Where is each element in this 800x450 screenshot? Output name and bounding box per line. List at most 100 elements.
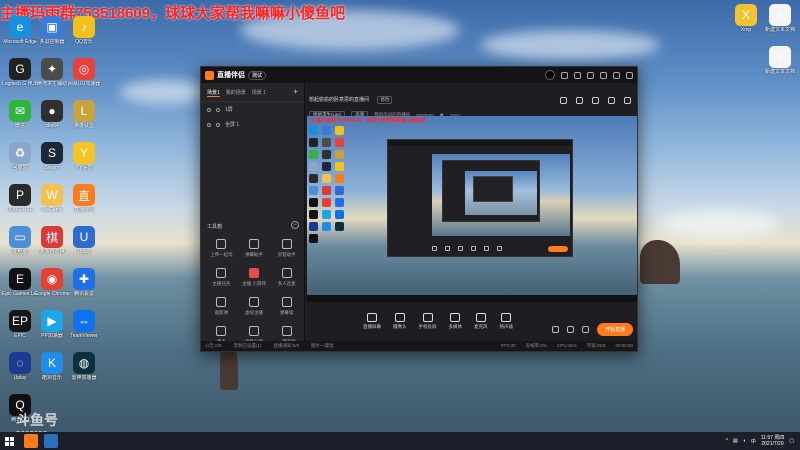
desktop-icon[interactable]: ● obs64 bbox=[34, 100, 70, 129]
desktop-icon[interactable]: ✚ 腾讯会议 bbox=[66, 268, 102, 297]
desktop-icon[interactable]: 直直播伴侣 bbox=[66, 184, 102, 213]
desktop-icon-label: Uplay bbox=[77, 249, 91, 255]
desktop-icon[interactable]: P PUBG LITE bbox=[2, 184, 38, 213]
desktop-icon[interactable]: ◌ Uplay bbox=[2, 352, 38, 381]
ime-indicator[interactable]: 中 bbox=[751, 438, 756, 445]
desktop-icon[interactable]: X Xmp bbox=[728, 4, 764, 33]
desktop-icon[interactable]: L 英雄联盟 bbox=[66, 100, 102, 129]
tool-label: 主播 小游戏 bbox=[242, 281, 266, 286]
start-button[interactable] bbox=[0, 432, 18, 450]
desktop-icon[interactable]: G Logitech G HUB bbox=[2, 58, 38, 87]
desktop-icon[interactable]: ▣ 多屏控制器 bbox=[34, 16, 70, 45]
watermark-title: 斗鱼号 bbox=[16, 412, 58, 428]
source-tool-button[interactable]: 扬声器 bbox=[500, 312, 513, 330]
tab-scene-1[interactable]: 场景1 bbox=[207, 89, 220, 97]
desktop-icon[interactable]: ⇔ TeamViewer bbox=[66, 310, 102, 339]
desktop-icon[interactable]: ◍ 雷神加速器 bbox=[66, 352, 102, 381]
tool-item[interactable]: 虚拟主播 bbox=[238, 297, 271, 316]
taskbar-app-obs[interactable] bbox=[44, 434, 58, 448]
tool-item[interactable]: 房管助手 bbox=[270, 239, 303, 258]
desktop-icon-label: 此电脑 bbox=[12, 249, 28, 255]
add-scene-icon[interactable]: + bbox=[293, 87, 298, 96]
desktop-icon[interactable]: e Microsoft Edge bbox=[2, 16, 38, 45]
desktop-icon[interactable]: ≡ 新建文本文档 bbox=[762, 4, 798, 33]
tool-item[interactable]: 弹幕墙 bbox=[270, 297, 303, 316]
nested-tool-icon bbox=[484, 245, 489, 251]
settings-icon[interactable] bbox=[587, 71, 594, 79]
desktop-icon[interactable]: ◉ Google Chrome bbox=[34, 268, 70, 297]
app-icon: X bbox=[735, 4, 757, 26]
unlock-icon[interactable] bbox=[576, 97, 583, 104]
desktop-icon[interactable]: 棋多多自走棋 bbox=[34, 226, 70, 255]
avatar[interactable] bbox=[545, 70, 555, 80]
desktop-icon[interactable]: ✦ 绝地求生辅助 bbox=[34, 58, 70, 87]
minimize-icon[interactable] bbox=[600, 71, 607, 79]
record-icon[interactable] bbox=[551, 326, 559, 333]
desktop-icon[interactable]: S Steam bbox=[34, 142, 70, 171]
tool-icon bbox=[216, 239, 227, 249]
preview-icon[interactable] bbox=[566, 326, 574, 333]
tab-my-scene[interactable]: 我的场景 bbox=[226, 89, 246, 97]
source-tool-button[interactable]: 手机投屏 bbox=[419, 312, 437, 330]
source-tool-button[interactable]: 多媒体 bbox=[449, 312, 462, 330]
cloud bbox=[480, 30, 660, 60]
nested-tool-icon bbox=[432, 245, 437, 251]
lock-icon[interactable] bbox=[216, 107, 220, 112]
desktop-icon[interactable]: K 酷狗音乐 bbox=[34, 352, 70, 381]
desktop-icon[interactable]: U Uplay bbox=[66, 226, 102, 255]
tool-icon bbox=[216, 297, 227, 307]
tool-item[interactable]: 观影弹 bbox=[205, 297, 238, 316]
close-icon[interactable] bbox=[626, 71, 633, 79]
lock-icon[interactable] bbox=[216, 122, 220, 127]
desktop-icon[interactable]: EP EPIC bbox=[2, 310, 38, 339]
desktop-icon[interactable]: Y YY语音 bbox=[66, 142, 102, 171]
desktop-icon[interactable]: EEpic Games Launcher bbox=[2, 268, 38, 297]
bell-icon[interactable] bbox=[608, 97, 615, 104]
desktop-icon[interactable]: ◎ 网易UU加速器 bbox=[66, 58, 102, 87]
message-icon[interactable] bbox=[561, 71, 568, 79]
notification-icon[interactable]: ▢ bbox=[789, 438, 794, 444]
source-item[interactable]: 全屏 1 bbox=[201, 117, 304, 132]
volume-icon[interactable]: ◖ bbox=[743, 438, 746, 444]
nested-preview bbox=[432, 154, 570, 236]
tool-icon bbox=[216, 268, 227, 278]
status-item[interactable]: 直播通知:0/0 bbox=[274, 343, 300, 349]
desktop-icon[interactable]: ▭ 此电脑 bbox=[2, 226, 38, 255]
source-tool-button[interactable]: 麦克风 bbox=[474, 312, 488, 330]
tool-item[interactable]: 上传一起玩 bbox=[205, 239, 238, 258]
tool-item[interactable]: 主播 小游戏 bbox=[238, 268, 271, 287]
status-item[interactable]: 音频已设置(1) bbox=[234, 343, 262, 349]
lock-icon[interactable] bbox=[592, 97, 599, 104]
visibility-icon[interactable] bbox=[207, 107, 211, 112]
desktop-icon[interactable]: ✉ 微信 bbox=[2, 100, 38, 129]
desktop-icon[interactable]: W WeGame bbox=[34, 184, 70, 213]
collapse-icon[interactable]: − bbox=[291, 221, 299, 229]
chevron-up-icon[interactable]: ^ bbox=[726, 438, 728, 444]
maximize-icon[interactable] bbox=[613, 71, 620, 79]
skin-icon[interactable] bbox=[574, 71, 581, 79]
source-tool-label: 直播屏幕 bbox=[363, 323, 381, 329]
source-item[interactable]: 1屏 bbox=[201, 102, 304, 117]
taskbar-app-live-assistant[interactable] bbox=[24, 434, 38, 448]
desktop-icon[interactable]: ≡ 新建文本文档 bbox=[762, 46, 798, 75]
source-tool-button[interactable]: 摄像头 bbox=[393, 312, 407, 330]
clock[interactable]: 11:57 周四 2021/7/29 bbox=[761, 435, 785, 447]
settings-icon[interactable] bbox=[581, 326, 589, 333]
desktop-icon[interactable]: ♻ 回收站 bbox=[2, 142, 38, 171]
start-stream-button[interactable]: 开始直播 bbox=[596, 323, 633, 336]
visibility-icon[interactable] bbox=[207, 122, 211, 127]
status-item[interactable]: 图片一键滤 bbox=[311, 343, 334, 349]
network-icon[interactable]: ▤ bbox=[733, 438, 738, 444]
tab-scene-2[interactable]: 场景 1 bbox=[252, 89, 266, 97]
desktop-icon[interactable]: ▶ PP加速器 bbox=[34, 310, 70, 339]
desktop-icon[interactable]: ♪ QQ音乐 bbox=[66, 16, 102, 45]
source-tool-button[interactable]: 直播屏幕 bbox=[363, 312, 381, 330]
gift-icon[interactable] bbox=[560, 97, 567, 104]
share-icon[interactable] bbox=[624, 97, 631, 104]
edit-title-button[interactable]: 修改 bbox=[377, 96, 393, 104]
status-item: 公告:0/8 bbox=[205, 343, 222, 348]
tool-item[interactable]: 弹幕助手 bbox=[238, 239, 271, 258]
tool-item[interactable]: 多人连麦 bbox=[270, 268, 303, 287]
stream-preview[interactable]: 主播玛雨群753518609，球球大家帮我嘛嘛小傻鱼吧 bbox=[307, 116, 637, 302]
tool-item[interactable]: 主播任务 bbox=[205, 268, 238, 287]
